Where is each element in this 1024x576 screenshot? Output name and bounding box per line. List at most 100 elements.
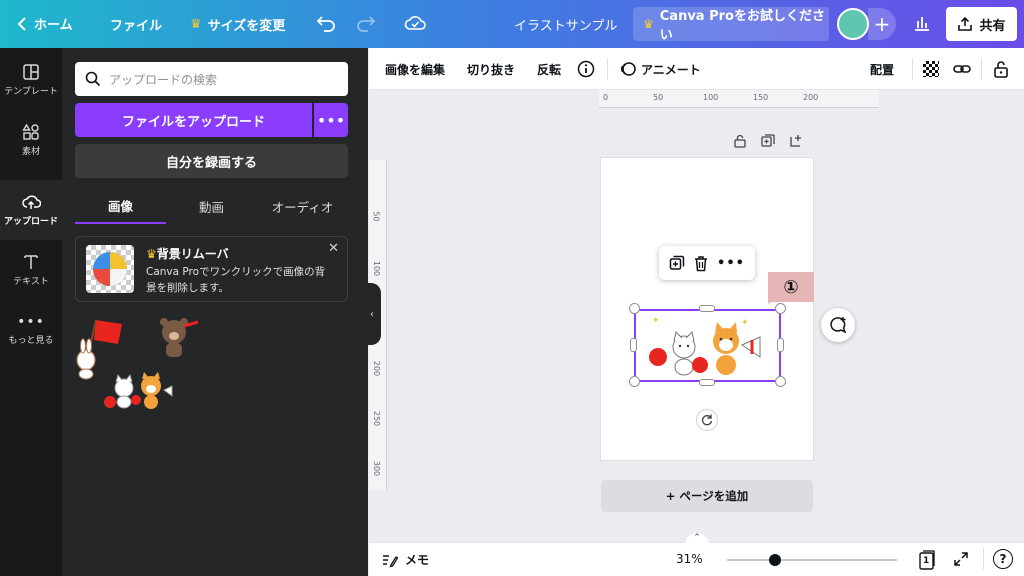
zoom-slider-handle[interactable] xyxy=(768,554,781,566)
resize-handle[interactable] xyxy=(629,303,640,314)
rail-item-templates[interactable]: テンプレート xyxy=(0,50,62,110)
plus-icon: + xyxy=(873,12,891,36)
close-icon[interactable]: ✕ xyxy=(328,241,339,256)
ruler-tick: 200 xyxy=(372,360,382,377)
add-comment-button[interactable] xyxy=(821,308,855,342)
uploaded-image-bear[interactable] xyxy=(154,316,204,360)
rail-item-uploads[interactable]: アップロード xyxy=(0,180,62,240)
upload-options-button[interactable]: ••• xyxy=(314,103,348,137)
search-icon xyxy=(85,71,101,87)
crown-icon: ♛ xyxy=(190,17,202,32)
animate-label: アニメート xyxy=(641,62,701,77)
resize-handle[interactable] xyxy=(699,305,715,312)
tab-videos-label: 動画 xyxy=(198,199,224,215)
undo-button[interactable] xyxy=(316,14,336,32)
rail-label-uploads: アップロード xyxy=(3,217,58,227)
lock-button[interactable] xyxy=(993,48,1009,90)
add-collaborator-button[interactable]: + xyxy=(868,8,896,40)
promo-title-text: 背景リムーバ xyxy=(156,247,229,261)
rail-item-text[interactable]: テキスト xyxy=(0,240,62,300)
canvas-area: 0 50 100 150 200 50 100 150 200 250 300 … xyxy=(369,90,1024,542)
notes-label: メモ xyxy=(405,553,430,567)
search-input[interactable]: アップロードの検索 xyxy=(75,62,348,96)
zoom-slider[interactable] xyxy=(727,559,897,561)
trash-icon[interactable] xyxy=(693,255,709,272)
resize-handle[interactable] xyxy=(629,376,640,387)
add-page-icon[interactable] xyxy=(789,134,803,148)
background-remover-promo[interactable]: ♛背景リムーバ Canva Proでワンクリックで画像の背景を削除します。 ✕ xyxy=(75,236,348,302)
upload-files-button[interactable]: ファイルをアップロード xyxy=(75,103,312,137)
link-icon xyxy=(953,65,971,73)
unlock-icon xyxy=(994,61,1008,78)
info-button[interactable] xyxy=(577,48,595,90)
tab-audio[interactable]: オーディオ xyxy=(257,188,348,224)
rotate-handle[interactable] xyxy=(696,409,718,431)
resize-handle[interactable] xyxy=(777,338,784,352)
tab-videos[interactable]: 動画 xyxy=(166,188,257,224)
fullscreen-button[interactable] xyxy=(953,551,969,570)
file-menu[interactable]: ファイル xyxy=(110,15,162,34)
chevron-left-icon: ‹ xyxy=(370,308,374,320)
search-placeholder: アップロードの検索 xyxy=(109,72,218,87)
ruler-tick: 200 xyxy=(803,93,819,102)
document-title[interactable]: イラストサンプル xyxy=(514,15,617,34)
flip-button[interactable]: 反転 xyxy=(537,48,561,90)
page-count-button[interactable]: 1 xyxy=(918,549,936,571)
add-page-button[interactable]: + ページを追加 xyxy=(601,480,813,512)
element-quick-menu: ••• xyxy=(659,246,755,280)
comment-add-icon xyxy=(830,317,847,334)
tab-images[interactable]: 画像 xyxy=(75,188,166,224)
zoom-level[interactable]: 31% xyxy=(676,552,703,566)
rail-label-more: もっと見る xyxy=(8,336,54,346)
help-icon: ? xyxy=(999,552,1007,566)
bar-chart-icon xyxy=(915,17,929,31)
rotate-icon xyxy=(701,414,713,426)
toolbar-divider xyxy=(912,58,913,80)
redo-button[interactable] xyxy=(356,14,376,32)
resize-button[interactable]: ♛ サイズを変更 xyxy=(190,15,285,34)
position-label: 配置 xyxy=(870,62,895,77)
rail-item-more[interactable]: ••• もっと見る xyxy=(0,300,62,360)
help-button[interactable]: ? xyxy=(993,549,1013,569)
horizontal-ruler: 0 50 100 150 200 xyxy=(599,90,879,108)
resize-handle[interactable] xyxy=(775,376,786,387)
crown-icon: ♛ xyxy=(146,247,157,261)
home-button[interactable]: ホーム xyxy=(16,14,73,33)
record-yourself-button[interactable]: 自分を録画する xyxy=(75,144,348,178)
insights-button[interactable] xyxy=(912,13,932,33)
layout-icon xyxy=(23,64,39,80)
duplicate-page-icon[interactable] xyxy=(761,134,775,148)
duplicate-icon[interactable] xyxy=(669,255,685,271)
undo-icon xyxy=(316,16,335,32)
transparency-button[interactable] xyxy=(923,48,939,90)
resize-handle[interactable] xyxy=(775,303,786,314)
unlock-icon[interactable] xyxy=(733,134,747,148)
tab-images-label: 画像 xyxy=(107,198,133,214)
rail-item-elements[interactable]: 素材 xyxy=(0,110,62,170)
resize-handle[interactable] xyxy=(630,338,637,352)
edit-image-button[interactable]: 画像を編集 xyxy=(385,48,445,90)
resize-handle[interactable] xyxy=(699,379,715,386)
notes-button[interactable]: メモ xyxy=(381,551,429,568)
ruler-tick: 0 xyxy=(603,93,609,102)
collapse-panel-button[interactable]: ‹ xyxy=(363,283,381,345)
position-button[interactable]: 配置 xyxy=(870,48,894,90)
file-label: ファイル xyxy=(110,19,163,34)
text-icon xyxy=(24,255,38,269)
save-status-button[interactable] xyxy=(404,13,426,33)
animate-button[interactable]: アニメート xyxy=(619,48,701,90)
crop-button[interactable]: 切り抜き xyxy=(467,48,515,90)
uploaded-image-cat-dog[interactable] xyxy=(102,370,176,412)
more-icon[interactable]: ••• xyxy=(717,256,745,271)
ruler-tick: 50 xyxy=(653,93,664,102)
bottom-bar: ⌃ メモ 31% 1 ? xyxy=(369,533,1024,576)
page-count: 1 xyxy=(923,556,930,566)
animate-icon xyxy=(621,62,636,76)
share-button[interactable]: 共有 xyxy=(946,7,1017,41)
link-button[interactable] xyxy=(952,48,972,90)
top-bar: ホーム ファイル ♛ サイズを変更 イラストサンプル ♛ Canva Proをお… xyxy=(0,0,1024,48)
avatar[interactable] xyxy=(837,8,869,40)
try-pro-button[interactable]: ♛ Canva Proをお試しください xyxy=(633,7,829,43)
share-label: 共有 xyxy=(979,18,1006,34)
notes-icon xyxy=(383,554,399,567)
